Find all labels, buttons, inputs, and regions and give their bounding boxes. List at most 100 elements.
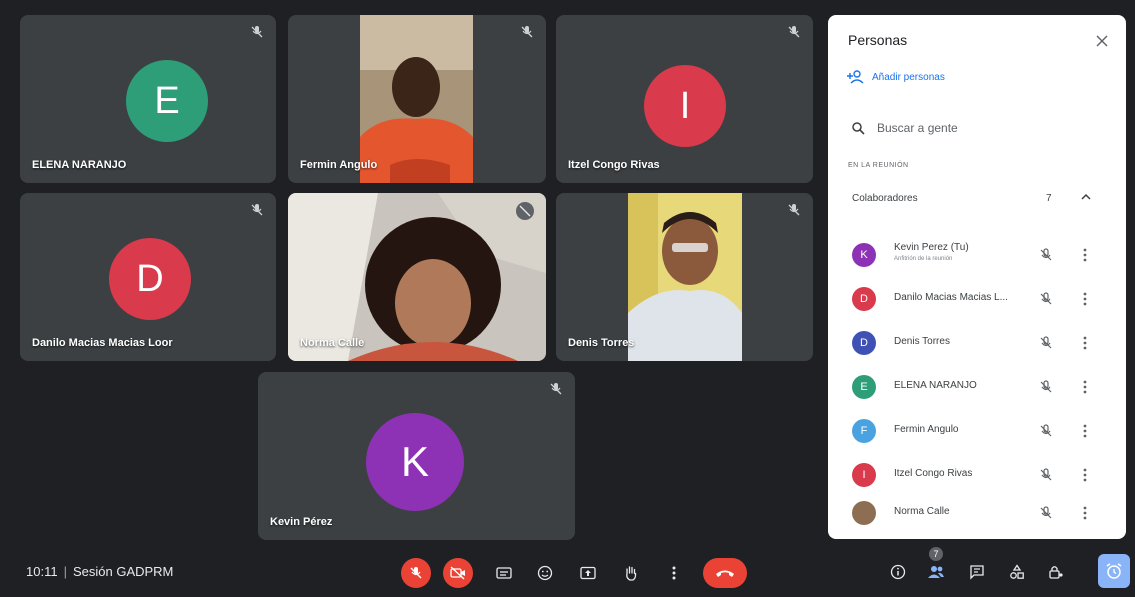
close-button[interactable]: [1092, 31, 1112, 51]
more-vert-icon[interactable]: [1080, 505, 1090, 521]
participant-name: Itzel Congo Rivas: [894, 468, 973, 479]
mic-off-icon: [251, 26, 263, 38]
leave-call-button[interactable]: [703, 558, 747, 588]
mic-off-icon[interactable]: [1038, 335, 1054, 351]
present-screen-button[interactable]: [573, 558, 603, 588]
more-vert-icon[interactable]: [1080, 467, 1090, 483]
camera-off-icon: [450, 566, 465, 580]
reactions-button[interactable]: [530, 558, 560, 588]
more-vert-icon[interactable]: [1080, 423, 1090, 439]
participant-name: Itzel Congo Rivas: [568, 159, 660, 171]
avatar: D: [852, 331, 876, 355]
participant-row[interactable]: E ELENA NARANJO: [842, 369, 1112, 405]
video-feed: [628, 193, 742, 361]
avatar: K: [366, 413, 464, 511]
people-panel: Personas Añadir personas EN LA REUNI: [828, 15, 1126, 539]
group-count: 7: [1046, 192, 1052, 204]
participant-name: Fermin Angulo: [300, 159, 378, 171]
mic-off-icon[interactable]: [1038, 467, 1054, 483]
add-person-icon: [847, 70, 864, 84]
add-people-button[interactable]: Añadir personas: [846, 70, 945, 84]
meeting-time: 10:11: [26, 564, 58, 579]
chat-button[interactable]: [964, 559, 990, 585]
video-frame-image: [288, 193, 546, 361]
collaborators-group-header[interactable]: Colaboradores 7: [842, 185, 1112, 211]
host-controls-button[interactable]: [1043, 559, 1069, 585]
microphone-button[interactable]: [401, 558, 431, 588]
mic-off-icon: [788, 26, 800, 38]
participant-row[interactable]: D Denis Torres: [842, 325, 1112, 361]
participant-name: Kevin Pérez: [270, 516, 333, 528]
people-icon: [928, 566, 944, 578]
participant-tile[interactable]: Norma Calle: [288, 193, 546, 361]
participant-tile[interactable]: Denis Torres: [556, 193, 813, 361]
participant-name: Kevin Perez (Tu): [894, 242, 969, 253]
mic-off-icon: [251, 204, 263, 216]
avatar: K: [852, 243, 876, 267]
participant-tile[interactable]: K Kevin Pérez: [258, 372, 575, 540]
more-vert-icon[interactable]: [1080, 247, 1090, 263]
timer-button[interactable]: [1098, 554, 1130, 588]
people-button[interactable]: 7: [923, 547, 949, 585]
raise-hand-button[interactable]: [616, 558, 646, 588]
avatar: E: [126, 60, 208, 142]
close-icon: [1096, 35, 1108, 47]
video-frame-image: [360, 15, 473, 183]
participant-tile[interactable]: E ELENA NARANJO: [20, 15, 276, 183]
present-screen-icon: [580, 566, 596, 580]
mic-off-icon[interactable]: [1038, 379, 1054, 395]
participant-row[interactable]: I Itzel Congo Rivas: [842, 457, 1112, 493]
mic-off-icon: [550, 383, 562, 395]
participant-tile[interactable]: I Itzel Congo Rivas: [556, 15, 813, 183]
participant-row[interactable]: F Fermin Angulo: [842, 413, 1112, 449]
captions-button[interactable]: [489, 558, 519, 588]
participant-row[interactable]: Norma Calle: [842, 495, 1112, 531]
bottom-toolbar: 10:11 | Sesión GADPRM 7: [0, 545, 1135, 597]
avatar: E: [852, 375, 876, 399]
meet-window: E ELENA NARANJO Fermin Angulo I Itzel Co…: [0, 0, 1135, 597]
meeting-info: 10:11 | Sesión GADPRM: [26, 564, 173, 579]
mic-off-icon[interactable]: [1038, 423, 1054, 439]
video-feed: [288, 193, 546, 361]
divider: |: [63, 564, 67, 579]
mic-off-icon: [788, 204, 800, 216]
avatar: D: [109, 238, 191, 320]
hang-up-icon: [716, 570, 734, 577]
hand-icon: [626, 566, 637, 581]
participant-row[interactable]: D Danilo Macias Macias L...: [842, 281, 1112, 317]
avatar: F: [852, 419, 876, 443]
participant-row[interactable]: K Kevin Perez (Tu) Anfitrión de la reuni…: [842, 237, 1112, 273]
more-options-button[interactable]: [659, 558, 689, 588]
search-box: [842, 110, 1110, 146]
participant-tile[interactable]: Fermin Angulo: [288, 15, 546, 183]
more-vert-icon[interactable]: [1080, 335, 1090, 351]
section-label: EN LA REUNIÓN: [848, 162, 909, 169]
lock-person-icon: [1049, 566, 1063, 579]
participant-name: Norma Calle: [300, 337, 365, 349]
search-input[interactable]: [875, 120, 1075, 136]
captions-icon: [496, 567, 512, 579]
more-vert-icon[interactable]: [1080, 291, 1090, 307]
panel-title: Personas: [848, 32, 908, 48]
more-vert-icon[interactable]: [1080, 379, 1090, 395]
mic-off-icon: [521, 26, 533, 38]
meeting-details-button[interactable]: [885, 559, 911, 585]
alarm-clock-icon: [1106, 563, 1122, 579]
mic-off-icon[interactable]: [1038, 247, 1054, 263]
mic-off-icon: [410, 567, 422, 579]
participant-name: Denis Torres: [894, 336, 950, 347]
search-icon: [852, 121, 865, 135]
people-count-badge: 7: [929, 547, 943, 561]
activities-button[interactable]: [1004, 559, 1030, 585]
add-people-label: Añadir personas: [872, 71, 945, 83]
mic-off-icon[interactable]: [1038, 505, 1054, 521]
participant-name: Danilo Macias Macias L...: [894, 292, 1008, 303]
video-feed: [360, 15, 473, 183]
participant-role: Anfitrión de la reunión: [894, 256, 953, 262]
mic-off-icon[interactable]: [1038, 291, 1054, 307]
camera-button[interactable]: [443, 558, 473, 588]
avatar: [852, 501, 876, 525]
avatar: I: [644, 65, 726, 147]
meeting-name: Sesión GADPRM: [72, 564, 174, 579]
participant-tile[interactable]: D Danilo Macias Macias Loor: [20, 193, 276, 361]
